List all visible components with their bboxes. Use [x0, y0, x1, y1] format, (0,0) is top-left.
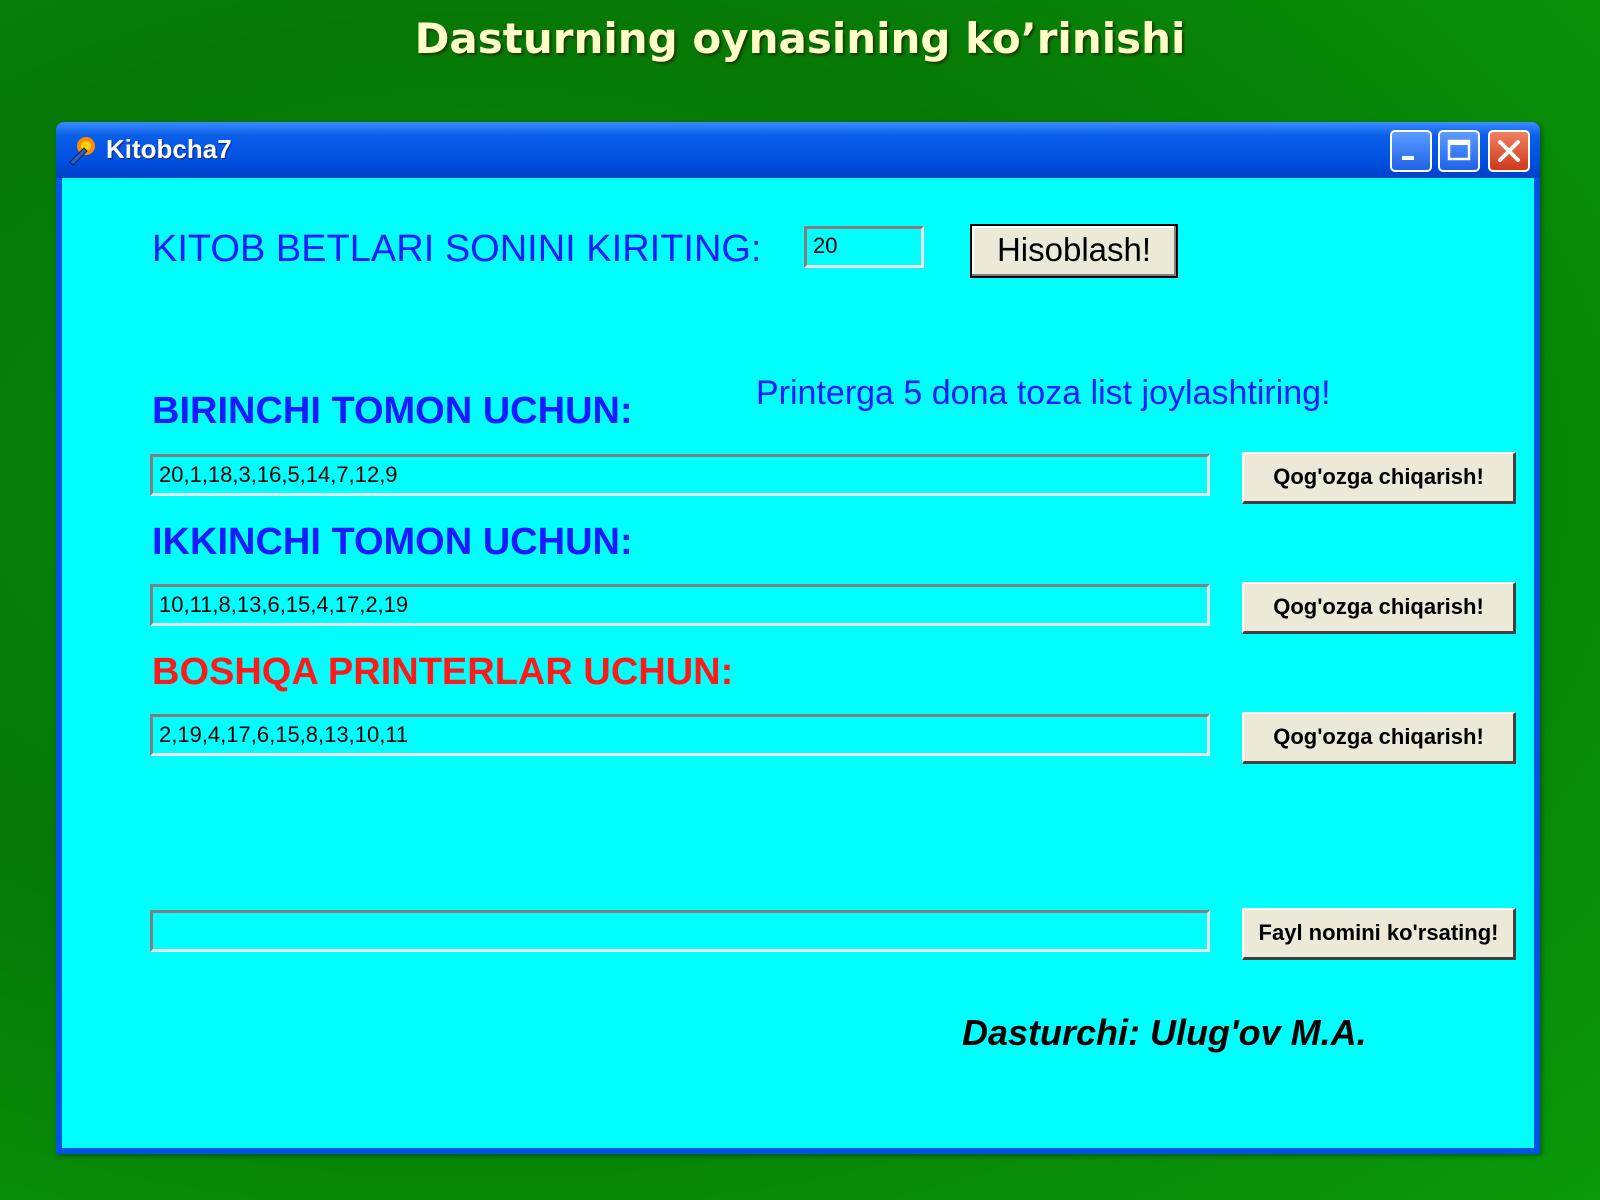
calculate-button[interactable]: Hisoblash! — [970, 224, 1178, 278]
close-icon — [1498, 140, 1520, 162]
maximize-icon — [1447, 139, 1471, 161]
minimize-button[interactable] — [1390, 130, 1432, 172]
pages-input[interactable]: 20 — [804, 226, 924, 268]
form-client-area: KITOB BETLARI SONINI KIRITING: 20 Hisobl… — [62, 178, 1534, 1148]
developer-credit: Dasturchi: Ulug'ov M.A. — [962, 1012, 1367, 1053]
maximize-button[interactable] — [1438, 130, 1480, 172]
file-name-button[interactable]: Fayl nomini ko'rsating! — [1242, 908, 1516, 960]
other-printers-field[interactable]: 2,19,4,17,6,15,8,13,10,11 — [150, 714, 1210, 756]
minimize-icon — [1402, 156, 1414, 160]
window-title: Kitobcha7 — [106, 134, 232, 164]
slide-title: Dasturning oynasining ko’rinishi — [414, 14, 1186, 63]
print-side2-button[interactable]: Qog'ozga chiqarish! — [1242, 582, 1516, 634]
close-button[interactable] — [1488, 130, 1530, 172]
app-icon — [69, 137, 95, 166]
pages-label: KITOB BETLARI SONINI KIRITING: — [152, 228, 762, 270]
other-printers-label: BOSHQA PRINTERLAR UCHUN: — [152, 651, 734, 693]
print-other-button[interactable]: Qog'ozga chiqarish! — [1242, 712, 1516, 764]
printer-hint: Printerga 5 dona toza list joylashtiring… — [756, 374, 1331, 412]
app-window: Kitobcha7 KITOB BETLARI SONINI KIRITING:… — [56, 122, 1540, 1154]
side2-label: IKKINCHI TOMON UCHUN: — [152, 521, 633, 563]
title-bar[interactable]: Kitobcha7 — [56, 122, 1540, 178]
print-side1-button[interactable]: Qog'ozga chiqarish! — [1242, 452, 1516, 504]
file-name-field[interactable] — [150, 910, 1210, 952]
side1-field[interactable]: 20,1,18,3,16,5,14,7,12,9 — [150, 454, 1210, 496]
side1-label: BIRINCHI TOMON UCHUN: — [152, 390, 633, 432]
side2-field[interactable]: 10,11,8,13,6,15,4,17,2,19 — [150, 584, 1210, 626]
